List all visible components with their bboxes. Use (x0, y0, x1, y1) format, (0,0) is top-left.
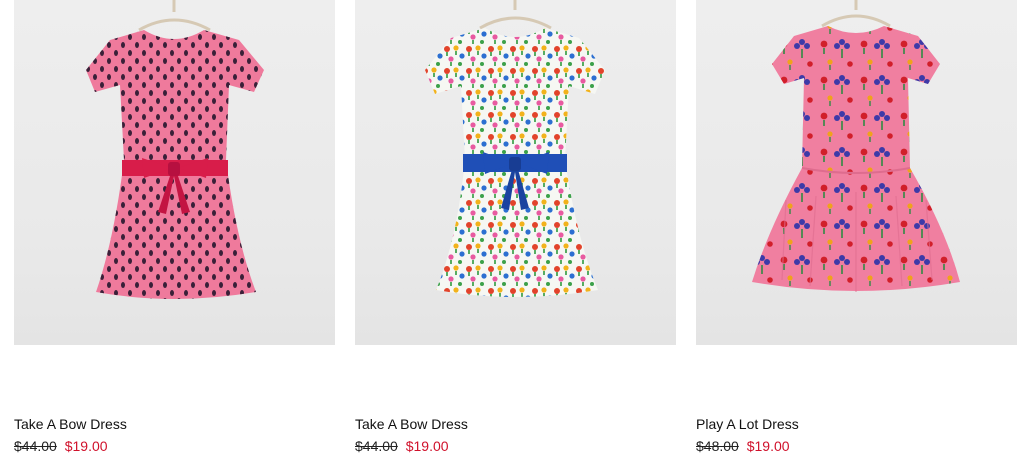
floral-dress-image[interactable] (355, 0, 676, 345)
product-grid: Take A Bow Dress $44.00 $19.00 Take A Bo… (0, 0, 1024, 459)
product-price: $44.00 $19.00 (355, 438, 449, 454)
sale-price: $19.00 (405, 438, 449, 454)
product-card[interactable]: Take A Bow Dress $44.00 $19.00 (355, 0, 676, 454)
product-name[interactable]: Take A Bow Dress (14, 416, 127, 432)
product-price: $44.00 $19.00 (14, 438, 108, 454)
sale-price: $19.00 (746, 438, 790, 454)
product-name[interactable]: Play A Lot Dress (696, 416, 799, 432)
product-card[interactable]: Play A Lot Dress $48.00 $19.00 (696, 0, 1017, 454)
pink-dress-image[interactable] (14, 0, 335, 345)
product-name[interactable]: Take A Bow Dress (355, 416, 468, 432)
original-price: $48.00 (696, 438, 739, 454)
pink-floral-dress-image[interactable] (696, 0, 1017, 345)
original-price: $44.00 (355, 438, 398, 454)
sale-price: $19.00 (64, 438, 108, 454)
original-price: $44.00 (14, 438, 57, 454)
product-card[interactable]: Take A Bow Dress $44.00 $19.00 (14, 0, 335, 454)
product-price: $48.00 $19.00 (696, 438, 790, 454)
